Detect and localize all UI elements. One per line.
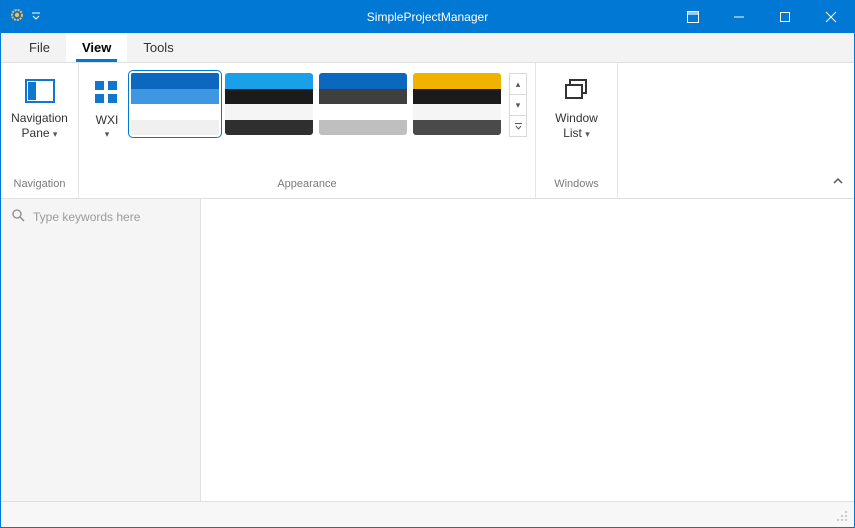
tab-view[interactable]: View: [66, 33, 127, 62]
nav-pane-label-2: Pane: [22, 126, 50, 140]
ribbon-display-options-button[interactable]: [670, 1, 716, 33]
chevron-down-icon: ▾: [105, 129, 110, 140]
minimize-button[interactable]: [716, 1, 762, 33]
gallery-scroll-down-button[interactable]: ▾: [509, 95, 527, 116]
nav-pane-label-1: Navigation: [11, 111, 68, 126]
window-list-icon: [561, 75, 593, 107]
window-list-label-1: Window: [555, 111, 598, 126]
wxi-skin-button[interactable]: WXI ▾: [87, 73, 127, 140]
navigation-pane-icon: [24, 75, 56, 107]
ribbon-group-windows: Window List ▾ Windows: [536, 63, 618, 198]
ribbon-group-navigation: Navigation Pane ▾ Navigation: [1, 63, 79, 198]
search-icon: [11, 208, 25, 227]
window-list-button[interactable]: Window List ▾: [547, 69, 607, 141]
navigation-panel: [1, 199, 201, 501]
chevron-down-icon: ▾: [53, 129, 58, 139]
tab-tools[interactable]: Tools: [127, 33, 189, 62]
wxi-label: WXI: [96, 113, 119, 127]
search-row: [1, 199, 200, 235]
theme-amber[interactable]: [413, 73, 501, 135]
ribbon-tabs: File View Tools: [1, 33, 854, 63]
group-label-appearance: Appearance: [87, 178, 527, 194]
ribbon-group-appearance: WXI ▾ ▴ ▾ Appearance: [79, 63, 536, 198]
collapse-ribbon-button[interactable]: [832, 175, 844, 190]
titlebar: SimpleProjectManager: [1, 1, 854, 33]
wxi-icon: [93, 79, 121, 107]
chevron-down-icon: ▾: [585, 129, 590, 139]
search-input[interactable]: [33, 210, 190, 224]
group-label-navigation: Navigation: [9, 178, 70, 194]
gallery-scroll-up-button[interactable]: ▴: [509, 73, 527, 95]
gallery-nav: ▴ ▾: [509, 73, 527, 137]
window-list-label-2: List: [563, 126, 582, 140]
status-bar: [1, 501, 854, 527]
ribbon: Navigation Pane ▾ Navigation WXI ▾ ▴ ▾: [1, 63, 854, 199]
theme-blue-light[interactable]: [131, 73, 219, 135]
client-area: [1, 199, 854, 501]
theme-blue-dark[interactable]: [225, 73, 313, 135]
theme-gallery: [131, 73, 501, 135]
tab-file[interactable]: File: [13, 33, 66, 62]
app-icon: [9, 7, 25, 28]
app-window: SimpleProjectManager File View Tools: [0, 0, 855, 528]
navigation-pane-button[interactable]: Navigation Pane ▾: [10, 69, 70, 141]
content-area: [201, 199, 854, 501]
close-button[interactable]: [808, 1, 854, 33]
theme-blue-gray[interactable]: [319, 73, 407, 135]
group-label-windows: Windows: [544, 178, 609, 194]
resize-grip[interactable]: [836, 509, 848, 521]
quick-access-dropdown[interactable]: [31, 8, 41, 26]
maximize-button[interactable]: [762, 1, 808, 33]
gallery-expand-button[interactable]: [509, 116, 527, 137]
